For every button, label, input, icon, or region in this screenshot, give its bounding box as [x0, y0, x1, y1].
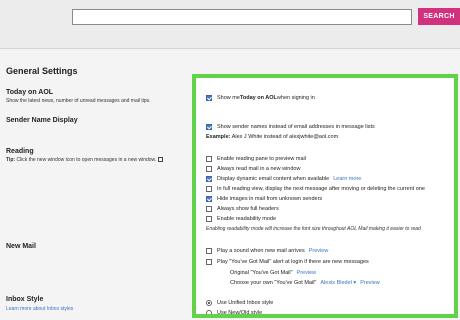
- readability-note: Enabling readability mode will increase …: [206, 226, 421, 232]
- settings-options-panel: Show me Today on AOL when signing in Sho…: [192, 74, 458, 318]
- sender-example-text: Alex J White instead of alexjwhite@aol.c…: [230, 134, 339, 140]
- reading-option-label: In full reading view, display the next m…: [217, 186, 425, 192]
- search-button[interactable]: SEARCH: [418, 8, 460, 25]
- inbox-radio[interactable]: [206, 300, 212, 306]
- chevron-down-icon: ▾: [353, 280, 357, 286]
- section-label-sender: Sender Name Display: [6, 117, 78, 124]
- today-option[interactable]: Show me Today on AOL when signing in: [206, 95, 315, 101]
- inbox-option[interactable]: Use Unified Inbox style: [206, 300, 273, 306]
- reading-option[interactable]: Display dynamic email content when avail…: [206, 176, 361, 182]
- reading-option-label: Always show full headers: [217, 206, 279, 212]
- reading-option-label: Display dynamic email content when avail…: [217, 176, 330, 182]
- section-label-newmail: New Mail: [6, 243, 36, 250]
- reading-option[interactable]: Hide images in mail from unknown senders: [206, 196, 322, 202]
- today-option-bold: Today on AOL: [239, 95, 277, 101]
- alert-own-preview-link[interactable]: Preview: [360, 280, 380, 286]
- section-label-today: Today on AOL: [6, 89, 54, 96]
- search-input[interactable]: [72, 9, 412, 25]
- newmail-option-label: Play a sound when new mail arrives: [217, 248, 305, 254]
- newmail-checkbox[interactable]: [206, 248, 212, 254]
- section-label-reading: Reading: [6, 148, 34, 155]
- tip-prefix: Tip:: [6, 157, 16, 163]
- section-label-inbox: Inbox Style: [6, 296, 44, 303]
- alert-own-selected: Alexis Bledel: [320, 280, 352, 286]
- reading-option[interactable]: Always read mail in a new window: [206, 166, 300, 172]
- reading-checkbox[interactable]: [206, 166, 212, 172]
- today-option-prefix: Show me: [217, 95, 240, 101]
- section-desc-today: Show the latest news, number of unread m…: [6, 98, 151, 104]
- reading-option-label: Always read mail in a new window: [217, 166, 301, 172]
- sender-option[interactable]: Show sender names instead of email addre…: [206, 124, 375, 130]
- reading-checkbox[interactable]: [206, 176, 212, 182]
- section-tip-reading: Tip: Click the new window icon to open m…: [6, 157, 164, 163]
- top-bar: SEARCH: [0, 0, 460, 34]
- reading-checkbox[interactable]: [206, 196, 212, 202]
- learn-more-link[interactable]: Learn more: [333, 176, 361, 182]
- alert-original-preview-link[interactable]: Preview: [297, 270, 317, 276]
- reading-option[interactable]: Enable reading pane to preview mail: [206, 156, 306, 162]
- alert-own-label: Choose your own "You've Got Mail": [230, 280, 317, 286]
- sender-example-prefix: Example:: [206, 134, 231, 140]
- reading-checkbox[interactable]: [206, 156, 212, 162]
- alert-original-label: Original "You've Got Mail": [230, 270, 293, 276]
- reading-option[interactable]: Always show full headers: [206, 206, 279, 212]
- newmail-option[interactable]: Play a sound when new mail arrives Previe…: [206, 248, 328, 254]
- inbox-option-label: Use New/Old style: [217, 310, 263, 316]
- inbox-radio[interactable]: [206, 310, 212, 314]
- inbox-styles-link[interactable]: Learn more about Inbox styles: [6, 306, 73, 312]
- reading-checkbox[interactable]: [206, 206, 212, 212]
- reading-option-label: Enable reading pane to preview mail: [217, 156, 306, 162]
- page-title: General Settings: [6, 66, 78, 76]
- inbox-option[interactable]: Use New/Old style: [206, 310, 263, 316]
- reading-checkbox[interactable]: [206, 216, 212, 222]
- sound-preview-link[interactable]: Preview: [309, 248, 329, 254]
- reading-option-label: Hide images in mail from unknown senders: [217, 196, 323, 202]
- alert-own-select[interactable]: Alexis Bledel ▾: [320, 280, 356, 286]
- reading-option[interactable]: Enable readability mode: [206, 216, 276, 222]
- sender-option-label: Show sender names instead of email addre…: [217, 124, 375, 130]
- newmail-option-label: Play "You've Got Mail" alert at login if…: [217, 259, 369, 265]
- inbox-option-label: Use Unified Inbox style: [217, 300, 274, 306]
- newmail-checkbox[interactable]: [206, 259, 212, 265]
- reading-checkbox[interactable]: [206, 186, 212, 192]
- alert-original[interactable]: Original "You've Got Mail" Preview: [230, 270, 316, 276]
- sender-checkbox[interactable]: [206, 124, 212, 130]
- sender-example: Example: Alex J White instead of alexjwh…: [206, 134, 338, 140]
- today-checkbox[interactable]: [206, 95, 212, 101]
- alert-own[interactable]: Choose your own "You've Got Mail" Alexis …: [230, 280, 380, 286]
- tip-text: Click the new window icon to open messag…: [15, 157, 157, 163]
- reading-option-label: Enable readability mode: [217, 216, 277, 222]
- today-option-suffix: when signing in: [276, 95, 315, 101]
- reading-option[interactable]: In full reading view, display the next m…: [206, 186, 425, 192]
- newmail-option[interactable]: Play "You've Got Mail" alert at login if…: [206, 259, 369, 265]
- new-window-icon: [158, 157, 164, 163]
